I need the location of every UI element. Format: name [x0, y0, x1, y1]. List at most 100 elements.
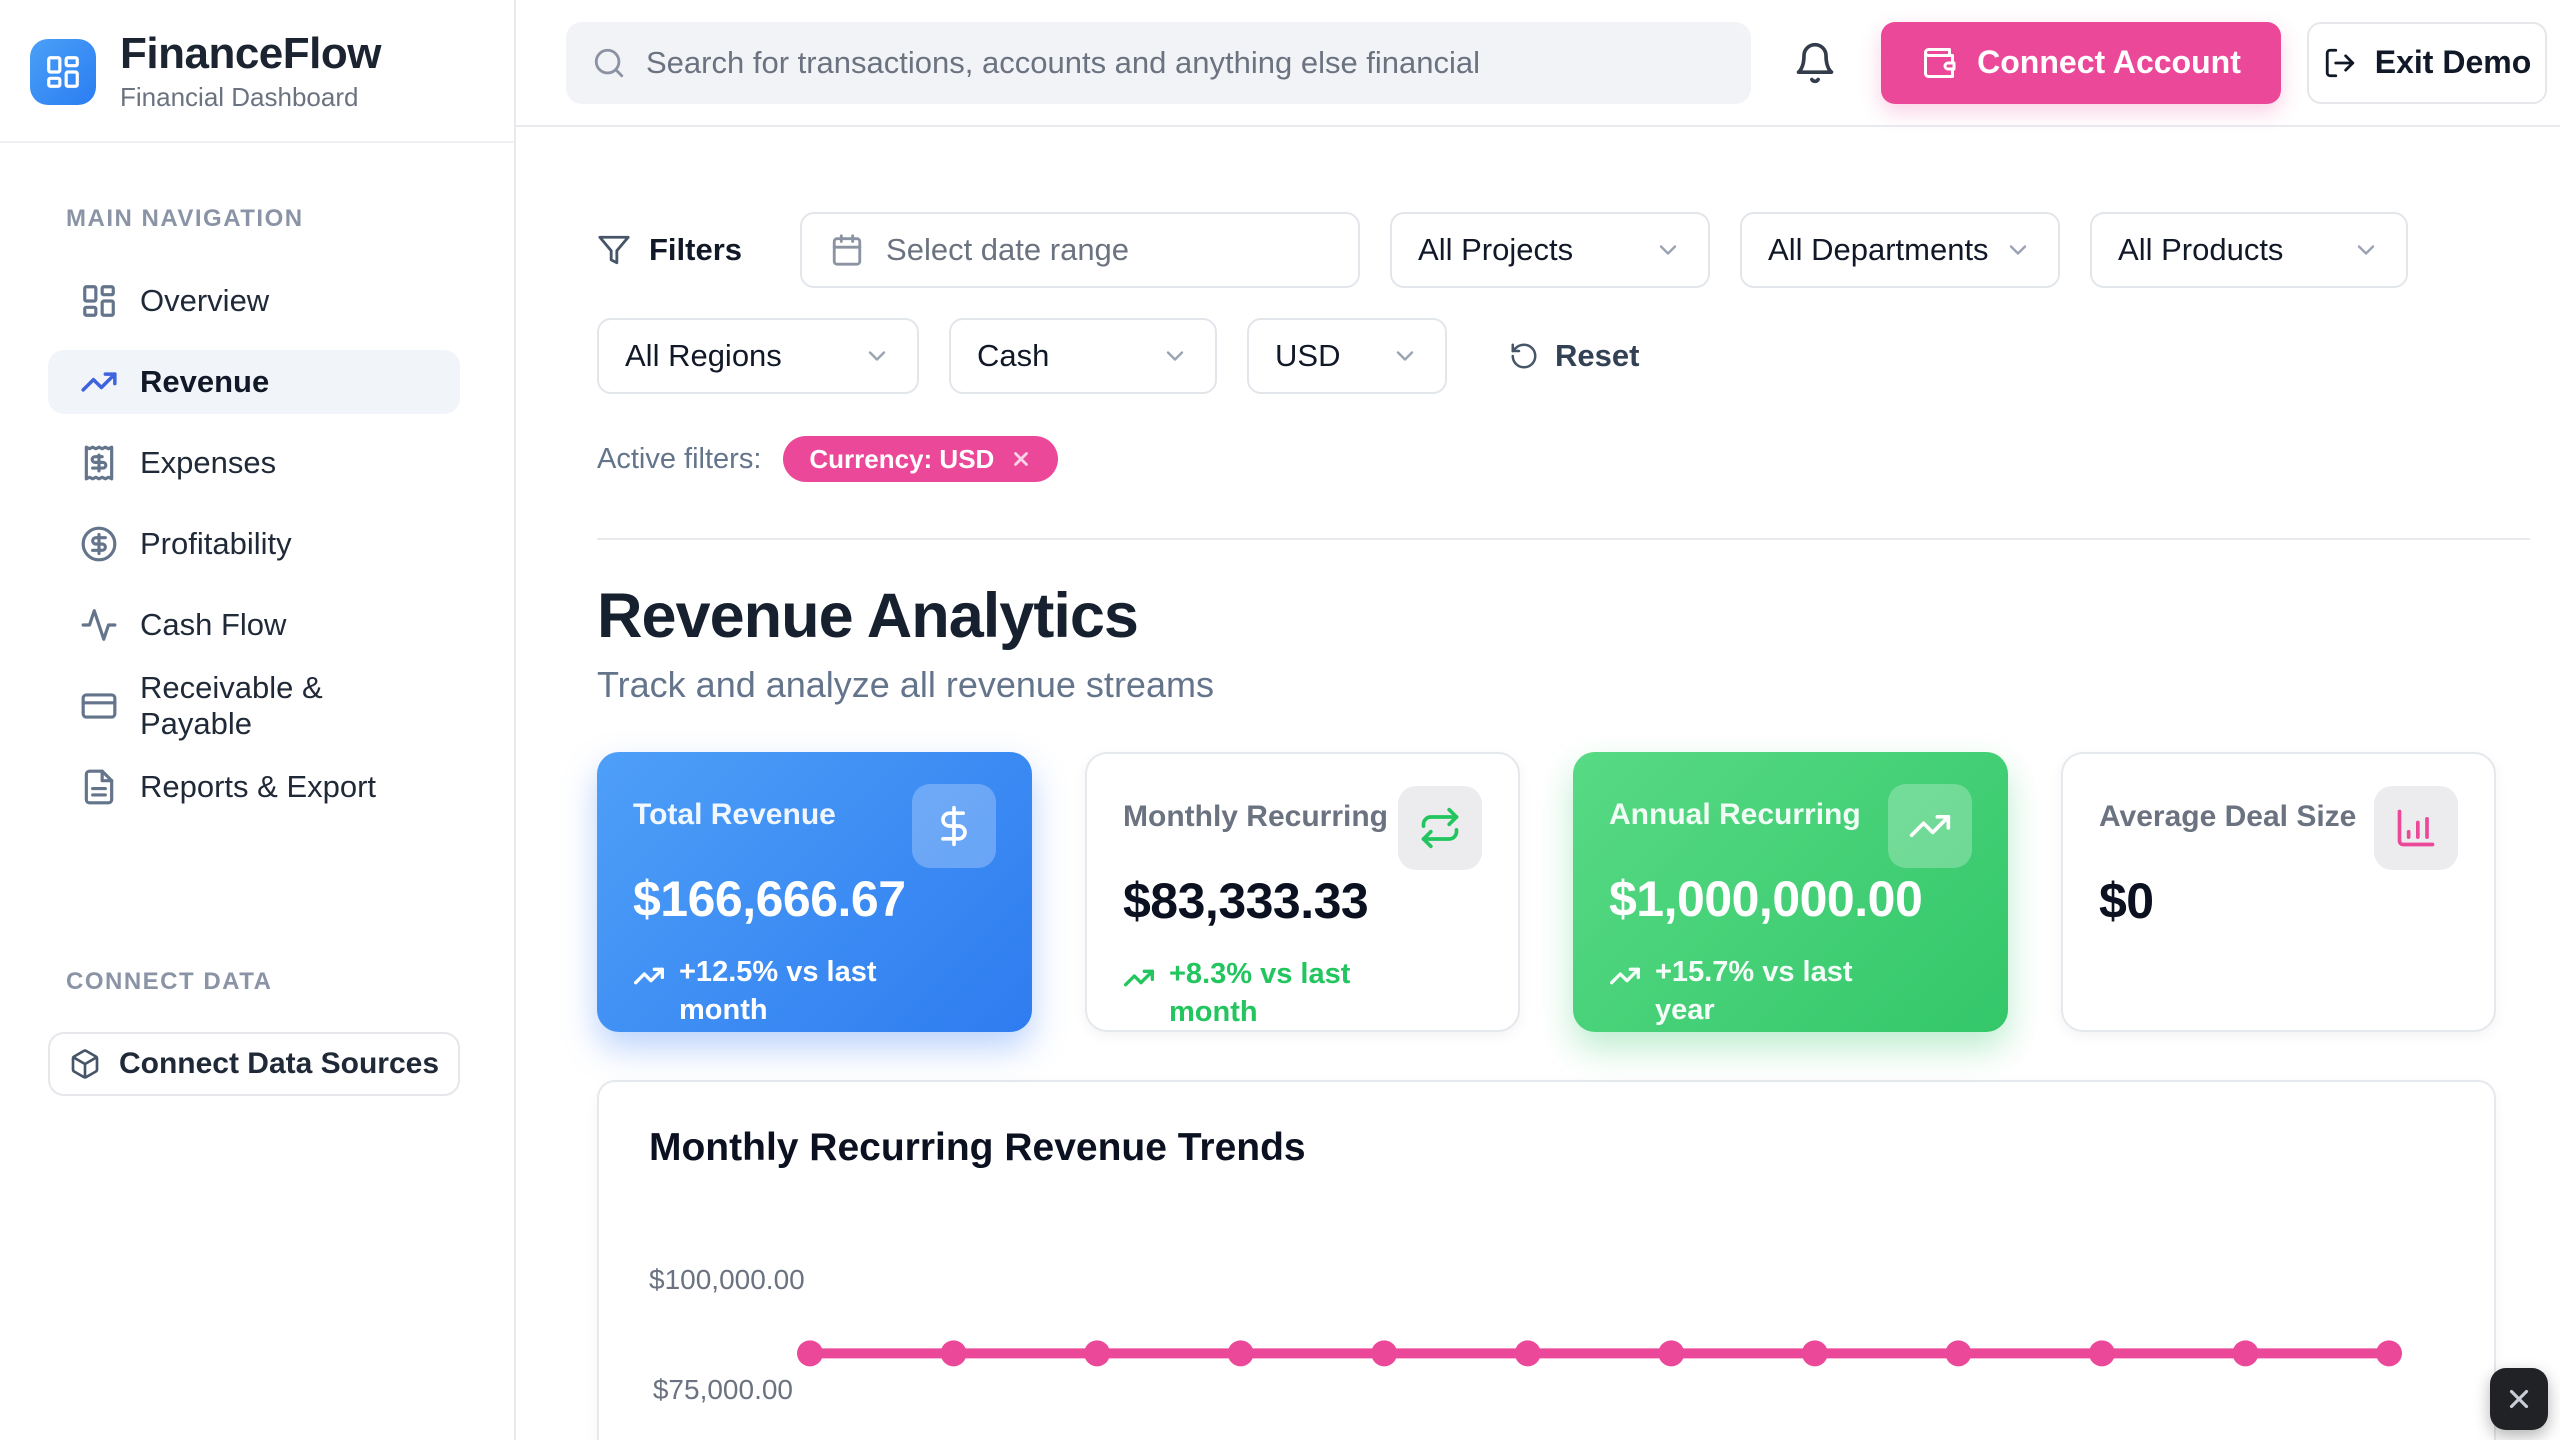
- metric-value: $0: [2099, 872, 2458, 930]
- average-deal-size-card: Average Deal Size $0: [2061, 752, 2496, 1032]
- sidebar-item-overview[interactable]: Overview: [48, 269, 460, 333]
- metric-cards-row: Total Revenue $166,666.67: [597, 752, 2530, 1032]
- trending-up-icon: [80, 363, 118, 401]
- metric-trend-text: +8.3% vs last month: [1169, 956, 1433, 1031]
- sidebar-item-cash-flow[interactable]: Cash Flow: [48, 593, 460, 657]
- page-subtitle: Track and analyze all revenue streams: [597, 664, 2530, 706]
- sidebar-item-label: Profitability: [140, 526, 292, 562]
- connect-data-sources-label: Connect Data Sources: [119, 1047, 439, 1081]
- sidebar-item-label: Receivable & Payable: [140, 670, 428, 742]
- rotate-ccw-icon: [1509, 341, 1539, 371]
- monthly-recurring-card: Monthly Recurring $83,333.33: [1085, 752, 1520, 1032]
- credit-card-icon: [80, 687, 118, 725]
- sidebar-item-label: Overview: [140, 283, 269, 319]
- chevron-down-icon: [1161, 342, 1189, 370]
- chart-title: Monthly Recurring Revenue Trends: [649, 1126, 2444, 1170]
- currency-dropdown[interactable]: USD: [1247, 318, 1447, 394]
- projects-dropdown-value: All Projects: [1418, 232, 1573, 268]
- sidebar-item-label: Reports & Export: [140, 769, 376, 805]
- products-dropdown-value: All Products: [2118, 232, 2283, 268]
- main-navigation: Overview Revenue Expenses: [0, 269, 514, 836]
- search-icon: [592, 46, 626, 80]
- regions-dropdown-value: All Regions: [625, 338, 782, 374]
- sidebar-item-profitability[interactable]: Profitability: [48, 512, 460, 576]
- file-text-icon: [80, 768, 118, 806]
- connect-account-label: Connect Account: [1977, 44, 2241, 81]
- connect-data-sources-button[interactable]: Connect Data Sources: [48, 1032, 460, 1096]
- sidebar-item-label: Expenses: [140, 445, 276, 481]
- sidebar-item-expenses[interactable]: Expenses: [48, 431, 460, 495]
- active-filters-label: Active filters:: [597, 443, 761, 476]
- package-icon: [69, 1048, 101, 1080]
- app-logo-icon: [30, 39, 96, 105]
- page-title: Revenue Analytics: [597, 580, 2530, 652]
- close-overlay-button[interactable]: [2490, 1368, 2548, 1430]
- annual-recurring-card: Annual Recurring $1,000,000.00: [1573, 752, 2008, 1032]
- sidebar-item-revenue[interactable]: Revenue: [48, 350, 460, 414]
- calendar-icon: [830, 233, 864, 267]
- connect-data-section-label: CONNECT DATA: [66, 968, 514, 996]
- active-filters-row: Active filters: Currency: USD: [597, 436, 2530, 482]
- brand-name: FinanceFlow: [120, 30, 381, 78]
- filters-title: Filters: [649, 232, 742, 268]
- metric-trend: +12.5% vs last month: [633, 954, 943, 1029]
- regions-dropdown[interactable]: All Regions: [597, 318, 919, 394]
- departments-dropdown[interactable]: All Departments: [1740, 212, 2060, 288]
- brand-subtitle: Financial Dashboard: [120, 82, 381, 113]
- metric-trend-text: +15.7% vs last year: [1655, 954, 1919, 1029]
- metric-value: $1,000,000.00: [1609, 870, 1972, 928]
- reset-label: Reset: [1555, 338, 1639, 374]
- search-input[interactable]: [646, 45, 1725, 81]
- exit-demo-label: Exit Demo: [2375, 44, 2531, 81]
- metric-trend: +15.7% vs last year: [1609, 954, 1919, 1029]
- active-filter-chip: Currency: USD: [783, 436, 1058, 482]
- accounting-basis-value: Cash: [977, 338, 1049, 374]
- notifications-button[interactable]: [1793, 41, 1837, 85]
- accounting-basis-dropdown[interactable]: Cash: [949, 318, 1217, 394]
- filters-row-2: All Regions Cash USD: [597, 318, 2530, 394]
- chevron-down-icon: [863, 342, 891, 370]
- content-scroll-area[interactable]: Filters Select date range All Projects: [516, 127, 2560, 1440]
- sidebar-item-label: Revenue: [140, 364, 269, 400]
- trending-up-icon: [1609, 960, 1641, 992]
- metric-iconbox: [1398, 786, 1482, 870]
- metric-value: $83,333.33: [1123, 872, 1482, 930]
- sidebar-item-receivable-payable[interactable]: Receivable & Payable: [48, 674, 460, 738]
- total-revenue-card: Total Revenue $166,666.67: [597, 752, 1032, 1032]
- global-search: [566, 22, 1751, 104]
- section-divider: [597, 538, 2530, 540]
- metric-label: Total Revenue: [633, 798, 836, 832]
- connect-account-button[interactable]: Connect Account: [1881, 22, 2281, 104]
- exit-demo-button[interactable]: Exit Demo: [2307, 22, 2547, 104]
- top-bar: Connect Account Exit Demo: [516, 0, 2560, 127]
- filters-title-group: Filters: [597, 232, 742, 268]
- sidebar: FinanceFlow Financial Dashboard MAIN NAV…: [0, 0, 516, 1440]
- chevron-down-icon: [1391, 342, 1419, 370]
- active-filter-chip-label: Currency: USD: [809, 444, 994, 475]
- close-icon: [2504, 1384, 2534, 1414]
- bell-icon: [1793, 41, 1837, 85]
- filter-funnel-icon: [597, 233, 631, 267]
- remove-filter-icon[interactable]: [1010, 448, 1032, 470]
- receipt-icon: [80, 444, 118, 482]
- circle-dollar-icon: [80, 525, 118, 563]
- brand-header: FinanceFlow Financial Dashboard: [0, 0, 514, 143]
- wallet-icon: [1921, 45, 1957, 81]
- filters-row-1: Filters Select date range All Projects: [597, 212, 2530, 288]
- metric-iconbox: [1888, 784, 1972, 868]
- metric-trend: +8.3% vs last month: [1123, 956, 1433, 1031]
- date-range-input[interactable]: Select date range: [800, 212, 1360, 288]
- sidebar-item-reports-export[interactable]: Reports & Export: [48, 755, 460, 819]
- dollar-sign-icon: [932, 804, 976, 848]
- currency-dropdown-value: USD: [1275, 338, 1340, 374]
- mrr-trends-chart-card: Monthly Recurring Revenue Trends $100,00…: [597, 1080, 2496, 1440]
- layout-dashboard-icon: [80, 282, 118, 320]
- reset-filters-button[interactable]: Reset: [1509, 338, 1639, 374]
- metric-iconbox: [912, 784, 996, 868]
- activity-icon: [80, 606, 118, 644]
- metric-label: Monthly Recurring: [1123, 800, 1388, 834]
- chevron-down-icon: [2004, 236, 2032, 264]
- projects-dropdown[interactable]: All Projects: [1390, 212, 1710, 288]
- products-dropdown[interactable]: All Products: [2090, 212, 2408, 288]
- repeat-icon: [1418, 806, 1462, 850]
